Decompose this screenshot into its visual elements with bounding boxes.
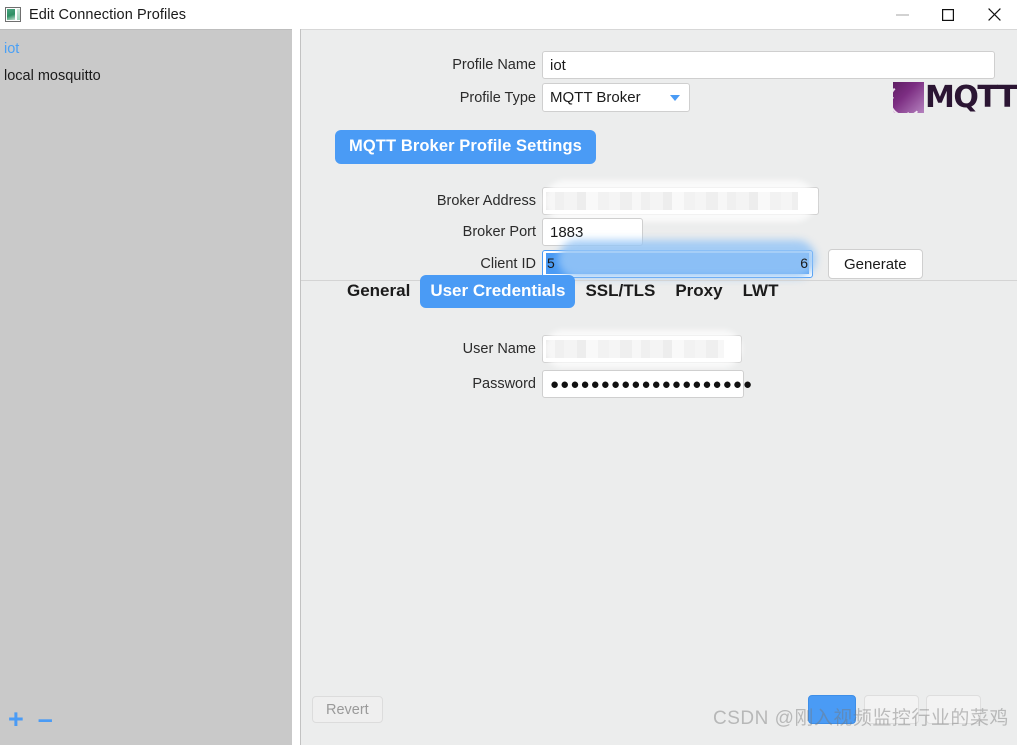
profile-name-row: Profile Name iot [301,51,1017,79]
password-input[interactable]: ●●●●●●●●●●●●●●●●●●●● [542,370,752,398]
password-label: Password [472,376,536,392]
profile-name-label: Profile Name [452,57,536,73]
sidebar-item-iot[interactable]: iot [2,36,292,63]
broker-port-label: Broker Port [462,224,536,240]
profile-type-value: MQTT Broker [550,89,641,106]
user-name-redaction [546,340,724,358]
title-bar: Edit Connection Profiles [0,0,1017,29]
password-masked-value: ●●●●●●●●●●●●●●●●●●●● [550,375,754,393]
mqtt-logo-word: MQTT [925,80,1017,115]
profile-detail-panel: Profile Name iot Profile Type MQTT Broke… [301,29,1017,745]
mqtt-wave-icon [893,82,924,113]
broker-address-input[interactable] [542,187,819,215]
sidebar-item-local-mosquitto[interactable]: local mosquitto [2,63,292,90]
settings-tabs: General User Credentials SSL/TLS Proxy L… [337,275,788,308]
chevron-down-icon [670,94,680,101]
tab-ssl-tls[interactable]: SSL/TLS [575,275,665,308]
footer-secondary-button-2[interactable] [926,695,981,724]
sidebar-divider [292,29,301,745]
footer-secondary-button-1[interactable] [864,695,919,724]
remove-profile-icon[interactable]: – [38,706,53,733]
profiles-sidebar: iot local mosquitto + – [0,29,292,745]
user-name-label: User Name [462,341,536,357]
tab-user-credentials[interactable]: User Credentials [420,275,576,308]
tab-lwt[interactable]: LWT [733,275,789,308]
user-name-input[interactable] [542,335,742,363]
tab-general[interactable]: General [337,275,420,308]
mqtt-broker-profile-settings-button[interactable]: MQTT Broker Profile Settings [335,130,596,164]
broker-address-row: Broker Address [301,187,1017,215]
window-controls [879,0,1017,29]
client-id-label: Client ID [480,256,536,272]
profile-type-label: Profile Type [459,89,536,106]
minimize-icon[interactable] [879,0,925,29]
mqtt-logo: MQTT .ORG [893,78,1017,113]
client-id-selection-highlight [546,253,809,274]
client-id-right-char: 6 [800,255,808,271]
tab-proxy[interactable]: Proxy [665,275,732,308]
generate-button[interactable]: Generate [828,249,923,279]
client-id-input[interactable]: 5 6 [542,250,813,278]
add-profile-icon[interactable]: + [8,706,24,733]
footer-bar: Revert CSDN @刚入视频监控行业的菜鸡 [301,687,1017,745]
broker-address-redaction [546,192,798,210]
sidebar-actions: + – [8,706,53,733]
revert-button[interactable]: Revert [312,696,383,723]
user-name-row: User Name [301,335,1017,363]
password-row: Password ●●●●●●●●●●●●●●●●●●●● [301,370,1017,398]
broker-port-input[interactable]: 1883 [542,218,643,246]
app-icon [5,7,21,22]
profile-name-input[interactable]: iot [542,51,995,79]
broker-port-row: Broker Port 1883 [301,218,1017,246]
footer-primary-button[interactable] [808,695,856,724]
close-icon[interactable] [971,0,1017,29]
edit-connection-profiles-window: Edit Connection Profiles iot local mosqu… [0,0,1017,745]
maximize-icon[interactable] [925,0,971,29]
profile-type-select[interactable]: MQTT Broker [542,83,690,112]
client-id-left-char: 5 [547,255,555,271]
broker-address-label: Broker Address [436,193,536,209]
window-title: Edit Connection Profiles [29,6,187,23]
